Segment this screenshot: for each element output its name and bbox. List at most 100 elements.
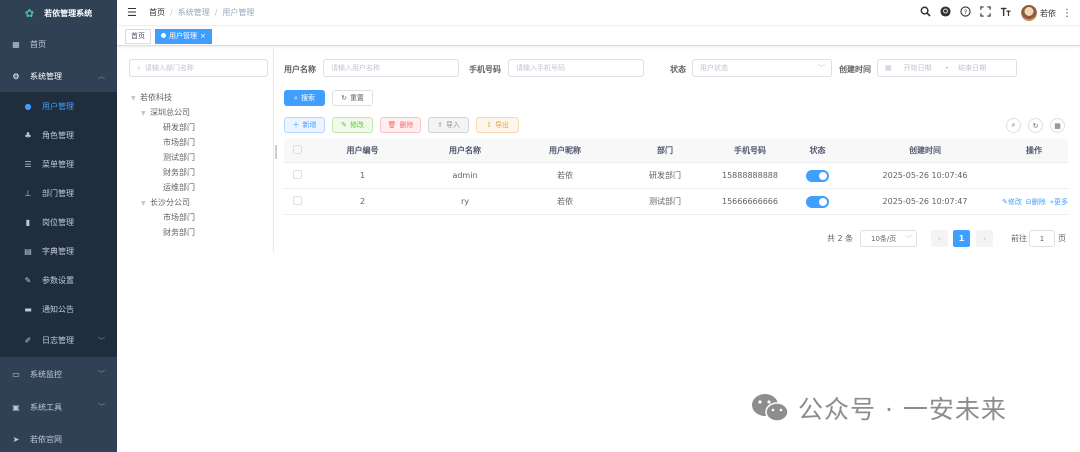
delete-button[interactable]: 🗑 删除: [380, 117, 421, 133]
columns-icon[interactable]: ▦: [1050, 118, 1065, 133]
tag-home[interactable]: 首页: [125, 28, 151, 44]
next-page-button[interactable]: ›: [976, 230, 993, 247]
log-icon: ✐: [24, 336, 32, 345]
send-icon: ➤: [12, 434, 20, 444]
chevron-right-icon: ›: [982, 234, 987, 243]
chevron-up-icon: ︿: [98, 72, 105, 80]
date-range-picker[interactable]: ▦ 开始日期 - 结束日期: [877, 59, 1017, 77]
button-label: 新增: [302, 121, 317, 129]
resize-handle[interactable]: [275, 145, 277, 159]
tree-node[interactable]: 市场部门: [163, 137, 195, 148]
column-header: 用户编号: [346, 146, 379, 155]
cell-dept: 测试部门: [649, 197, 681, 206]
tree-node[interactable]: ▼ 深圳总公司: [141, 107, 190, 118]
sidebar-item-label: 通知公告: [42, 305, 74, 314]
edit-button[interactable]: ✎ 修改: [332, 117, 373, 133]
question-icon[interactable]: ?: [960, 6, 971, 20]
tree-node[interactable]: 财务部门: [163, 227, 195, 238]
app-logo[interactable]: ✿ 若依管理系统: [0, 0, 117, 26]
table-header: 用户编号 用户名称 用户昵称 部门 手机号码 状态 创建时间 操作: [284, 139, 1068, 163]
sidebar-item-dicts[interactable]: ▤ 字典管理: [0, 237, 117, 266]
edit-icon: ✎: [341, 121, 347, 129]
row-delete-button[interactable]: ⊟删除: [1026, 198, 1046, 206]
page-size-select[interactable]: 10条/页 ﹀: [860, 230, 917, 247]
breadcrumb-item[interactable]: 首页: [149, 7, 165, 18]
font-size-icon[interactable]: [1000, 6, 1011, 20]
table-row[interactable]: 2 ry 若依 测试部门 15666666666 2025-05-26 10:0…: [284, 189, 1068, 215]
button-label: 删除: [399, 121, 414, 129]
tree-node[interactable]: 财务部门: [163, 167, 195, 178]
sidebar-item-home[interactable]: ▦ 首页: [0, 34, 117, 54]
search-icon[interactable]: [920, 6, 931, 20]
monitor-icon: ▭: [12, 369, 20, 379]
sidebar-item-tools[interactable]: ▣ 系统工具 ﹀: [0, 397, 117, 417]
sidebar: ✿ 若依管理系统 ▦ 首页 ⚙ 系统管理 ︿ ● 用户管理 ♣ 角色管理 ☰ 菜单管理 ⊥ 部…: [0, 0, 117, 452]
sidebar-item-menus[interactable]: ☰ 菜单管理: [0, 150, 117, 179]
username-input[interactable]: 请输入用户名称: [323, 59, 459, 77]
upload-icon: ⇪: [437, 121, 443, 129]
phone-label: 手机号码: [469, 65, 501, 74]
row-more-button[interactable]: »更多: [1050, 198, 1068, 206]
sidebar-item-label: 岗位管理: [42, 218, 74, 227]
sidebar-item-posts[interactable]: ▮ 岗位管理: [0, 208, 117, 237]
sidebar-item-label: 菜单管理: [42, 160, 74, 169]
row-checkbox[interactable]: [292, 170, 302, 179]
chevron-down-icon: ﹀: [98, 336, 105, 345]
search-button[interactable]: ⌕ 搜索: [284, 90, 325, 106]
row-checkbox[interactable]: [292, 196, 302, 205]
search-icon: ⌕: [294, 93, 298, 102]
sidebar-item-notice[interactable]: ▬ 通知公告: [0, 295, 117, 324]
page-size-value: 10条/页: [871, 234, 897, 243]
export-button[interactable]: ⇩ 导出: [476, 117, 519, 133]
sidebar-item-config[interactable]: ✎ 参数设置: [0, 266, 117, 295]
add-button[interactable]: ＋新增: [284, 117, 325, 133]
tree-node[interactable]: 测试部门: [163, 152, 195, 163]
sidebar-item-website[interactable]: ➤ 若依官网: [0, 429, 117, 449]
status-switch[interactable]: [806, 169, 829, 182]
column-header: 用户昵称: [549, 146, 581, 155]
username-label[interactable]: 若依: [1040, 8, 1056, 19]
breadcrumb-separator: /: [170, 8, 173, 17]
dept-search-input[interactable]: ⌕ 请输入部门名称: [129, 59, 268, 77]
tree-node[interactable]: 市场部门: [163, 212, 195, 223]
avatar[interactable]: [1021, 5, 1037, 21]
sidebar-item-monitor[interactable]: ▭ 系统监控 ﹀: [0, 364, 117, 384]
button-label: 重置: [349, 94, 364, 102]
more-vertical-icon[interactable]: ⋮: [1062, 8, 1072, 19]
tree-node[interactable]: ▼ 若依科技: [131, 92, 172, 103]
sidebar-item-system[interactable]: ⚙ 系统管理 ︿: [0, 66, 117, 86]
fullscreen-icon[interactable]: [980, 6, 991, 20]
sidebar-item-roles[interactable]: ♣ 角色管理: [0, 121, 117, 150]
sidebar-item-depts[interactable]: ⊥ 部门管理: [0, 179, 117, 208]
tree-node[interactable]: ▼ 长沙分公司: [141, 197, 190, 208]
tree-node[interactable]: 研发部门: [163, 122, 195, 133]
toggle-search-icon[interactable]: ⌕: [1006, 118, 1021, 133]
tree-node-label: 若依科技: [140, 93, 172, 102]
hamburger-icon[interactable]: ☰: [127, 6, 141, 19]
status-switch[interactable]: [806, 195, 829, 208]
tree-node-label: 财务部门: [163, 228, 195, 237]
github-icon[interactable]: [940, 6, 951, 20]
goto-page-input[interactable]: 1: [1029, 230, 1055, 247]
svg-text:?: ?: [964, 8, 967, 16]
button-label: 导入: [445, 121, 460, 129]
status-select[interactable]: 用户状态 ﹀: [692, 59, 832, 77]
refresh-icon[interactable]: ↻: [1028, 118, 1043, 133]
sidebar-item-users[interactable]: ● 用户管理: [0, 92, 117, 121]
select-all-checkbox[interactable]: [292, 145, 302, 154]
table-row[interactable]: 1 admin 若依 研发部门 15888888888 2025-05-26 1…: [284, 163, 1068, 189]
sidebar-item-logs[interactable]: ✐ 日志管理 ﹀: [0, 324, 117, 357]
import-button[interactable]: ⇪ 导入: [428, 117, 469, 133]
row-edit-button[interactable]: ✎修改: [1002, 198, 1022, 206]
tree-node[interactable]: 运维部门: [163, 182, 195, 193]
page-number-current[interactable]: 1: [953, 230, 970, 247]
prev-page-button[interactable]: ‹: [931, 230, 948, 247]
phone-input[interactable]: 请输入手机号码: [508, 59, 644, 77]
close-icon[interactable]: ×: [200, 32, 206, 40]
reset-button[interactable]: ↻ 重置: [332, 90, 373, 106]
plus-icon: ＋: [292, 121, 300, 129]
tag-users[interactable]: 用户管理 ×: [155, 28, 212, 44]
tree-node-label: 深圳总公司: [150, 108, 190, 117]
row-select-cell: [284, 196, 310, 207]
end-date-placeholder: 结束日期: [958, 64, 987, 72]
